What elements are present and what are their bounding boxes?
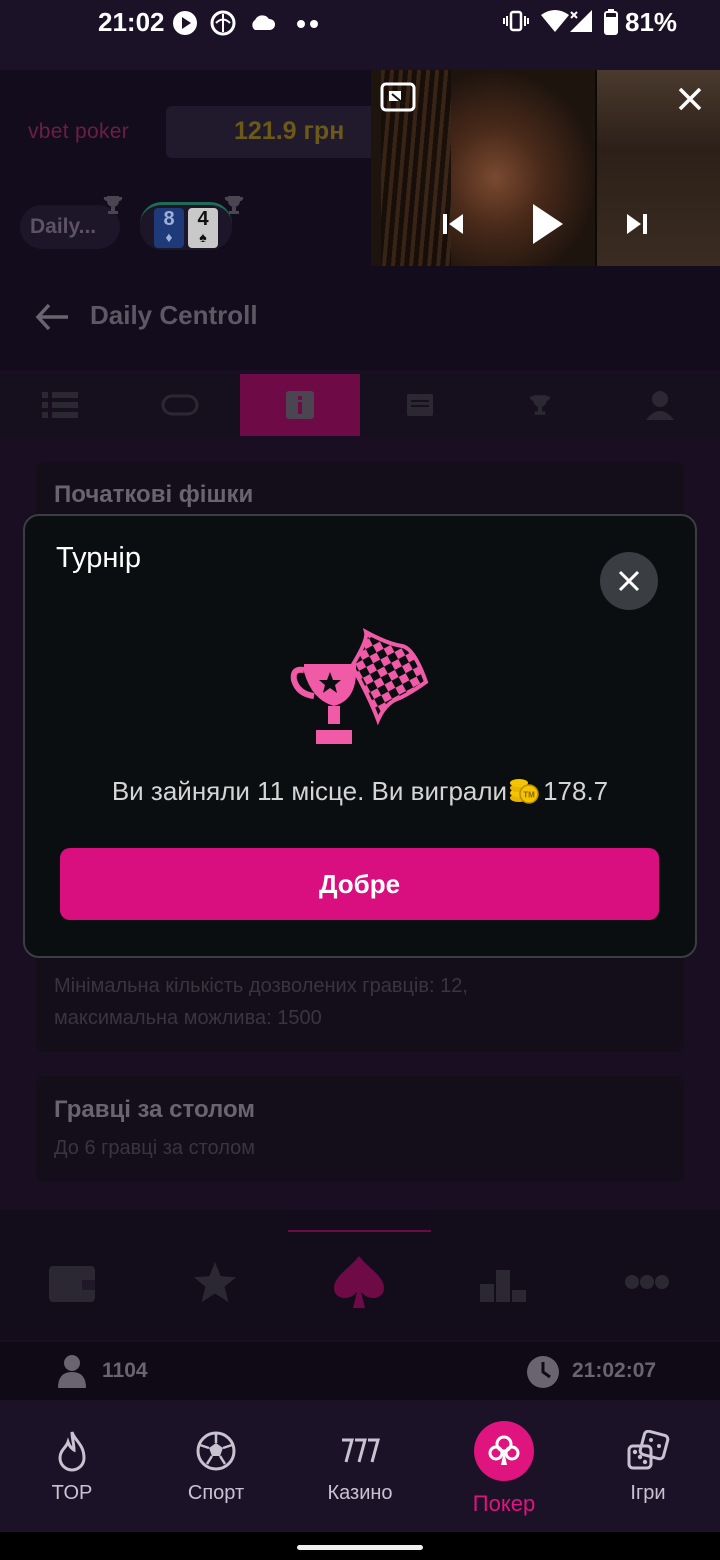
nav-label: Покер [472,1491,536,1516]
wallet-icon[interactable] [48,1262,96,1309]
home-gesture-bar[interactable] [297,1545,423,1550]
trophy-icon [222,193,246,222]
cloud-icon [248,12,276,37]
card-suit: ♠ [199,229,207,245]
card-suit: ♦ [165,229,173,245]
tab-players[interactable] [600,374,720,436]
playing-card-2: 4 ♠ [188,208,218,248]
status-time: 21:02 [98,7,165,37]
info-card-players-per-table [36,1076,684,1182]
nav-label: Ігри [630,1482,666,1504]
result-text: Ви зайняли 11 місце. Ви виграли [111,776,508,806]
tab-table[interactable] [120,374,240,436]
table-icon [161,394,199,416]
person-icon [646,391,674,420]
bottom-nav: TOP Спорт Казино Покер Ігри [0,1400,720,1532]
previous-track-icon[interactable] [441,212,465,241]
clock-icon [526,1355,560,1394]
star-icon[interactable] [192,1260,238,1309]
card-rank: 8 [163,208,175,230]
signal-icon [568,9,594,38]
battery-percent: 81% [625,7,678,37]
tab-list[interactable] [0,374,120,436]
tab-chat[interactable] [360,374,480,436]
tab-info[interactable] [240,374,360,436]
trophy-checkered-flag-icon [290,626,430,755]
subnav-indicator [288,1230,431,1232]
nav-label: Спорт [187,1482,245,1504]
list-icon [42,392,78,418]
nav-item-casino[interactable]: Казино [288,1400,432,1532]
person-icon [58,1354,86,1393]
club-suit-icon [474,1421,534,1481]
status-bar: 21:02 81% [0,0,720,70]
players-online-count: 1104 [102,1359,148,1382]
dialog-close-button[interactable] [600,552,658,610]
trophy-icon [530,395,550,415]
spade-icon[interactable] [330,1254,388,1315]
dice-icon [626,1429,670,1479]
expand-pip-icon[interactable] [380,82,416,117]
trophy-icon [101,193,125,222]
play-notification-icon [172,10,198,41]
svg-text:TM: TM [523,791,535,800]
dialog-message: Ви зайняли 11 місце. Ви виграли TM 178.7 [0,776,720,811]
leaderboard-icon[interactable] [480,1262,526,1307]
flame-icon [52,1430,92,1479]
slots-777-icon [340,1436,380,1471]
play-icon[interactable] [531,202,565,251]
page-title: Daily Centroll [90,300,258,330]
chat-icon [407,394,433,416]
balance-value: 121.9 грн [234,117,345,145]
nav-item-top[interactable]: TOP [0,1400,144,1532]
soccer-ball-icon [195,1430,237,1477]
battery-icon [603,9,619,40]
nav-label: TOP [51,1482,93,1504]
nav-item-poker[interactable]: Покер [432,1400,576,1532]
nav-label: Казино [327,1482,393,1504]
info-text: Мінімальна кількість дозволених гравців:… [54,975,468,1029]
next-track-icon[interactable] [625,212,649,241]
info-title: Початкові фішки [54,481,254,508]
current-clock: 21:02:07 [572,1359,657,1382]
info-title: Гравці за столом [54,1096,256,1123]
ok-button[interactable]: Добре [60,848,659,920]
brand-logo[interactable]: vbet poker [28,120,129,144]
card-rank: 4 [197,208,209,230]
dialog-title: Турнір [56,542,141,574]
vibrate-icon [503,9,529,38]
prize-amount: 178.7 [543,776,609,806]
more-dots-icon [296,16,320,34]
nav-item-sport[interactable]: Спорт [144,1400,288,1532]
tab-prizes[interactable] [480,374,600,436]
info-icon [286,391,314,419]
info-text: До 6 гравці за столом [54,1137,255,1159]
back-arrow-icon[interactable] [35,303,69,336]
close-icon [618,570,640,592]
sports-notification-icon [210,10,236,41]
tournament-chip-label: Daily... [30,215,97,238]
wifi-icon [540,9,570,38]
pip-video-player[interactable] [371,70,720,266]
playing-card-1: 8 ♦ [154,208,184,248]
coins-icon: TM [509,776,539,811]
more-dots-icon[interactable] [624,1272,670,1297]
close-pip-icon[interactable] [677,86,703,117]
nav-item-games[interactable]: Ігри [576,1400,720,1532]
